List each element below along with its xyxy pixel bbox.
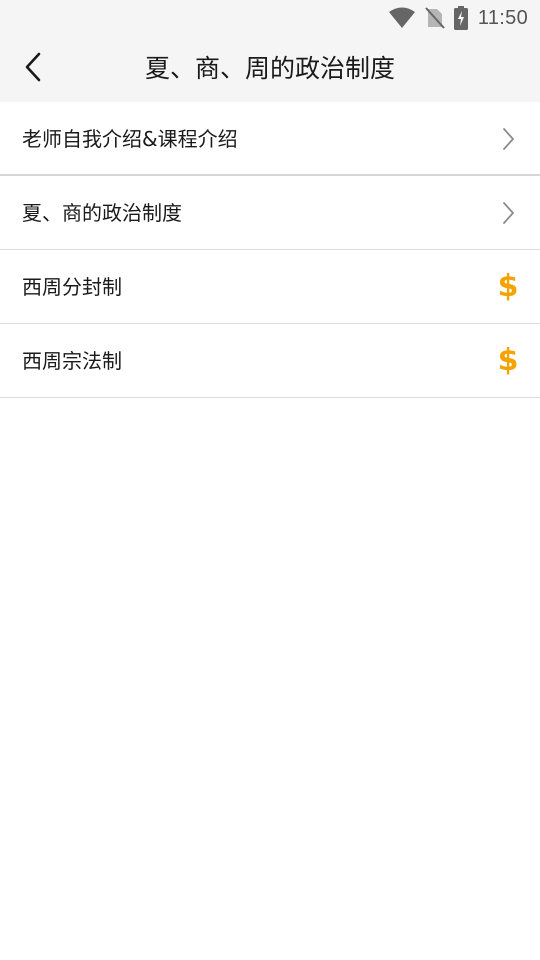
dollar-icon: $	[497, 343, 519, 378]
status-bar: 11:50	[0, 0, 540, 36]
lesson-label: 西周宗法制	[22, 349, 122, 373]
lesson-label: 老师自我介绍&课程介绍	[22, 127, 238, 151]
lesson-item-intro[interactable]: 老师自我介绍&课程介绍	[0, 102, 540, 176]
lesson-item-zongfa[interactable]: 西周宗法制 $	[0, 324, 540, 398]
page-title: 夏、商、周的政治制度	[144, 54, 395, 83]
no-sim-icon	[425, 7, 445, 29]
chevron-right-icon	[496, 124, 520, 154]
title-bar: 夏、商、周的政治制度	[0, 36, 540, 102]
lesson-label: 西周分封制	[22, 275, 122, 299]
dollar-icon: $	[497, 269, 519, 304]
status-icons: 11:50	[388, 5, 528, 31]
battery-charging-icon	[453, 6, 468, 30]
back-button[interactable]	[12, 48, 54, 90]
wifi-icon	[388, 7, 416, 29]
status-time: 11:50	[477, 6, 528, 29]
chevron-left-icon	[22, 51, 44, 87]
chevron-right-icon	[496, 198, 520, 228]
lesson-item-fengjian[interactable]: 西周分封制 $	[0, 250, 540, 324]
lesson-list: 老师自我介绍&课程介绍 夏、商的政治制度 西周分封制 $ 西周宗法制 $	[0, 102, 540, 398]
lesson-item-xia-shang[interactable]: 夏、商的政治制度	[0, 176, 540, 250]
lesson-label: 夏、商的政治制度	[22, 201, 182, 225]
